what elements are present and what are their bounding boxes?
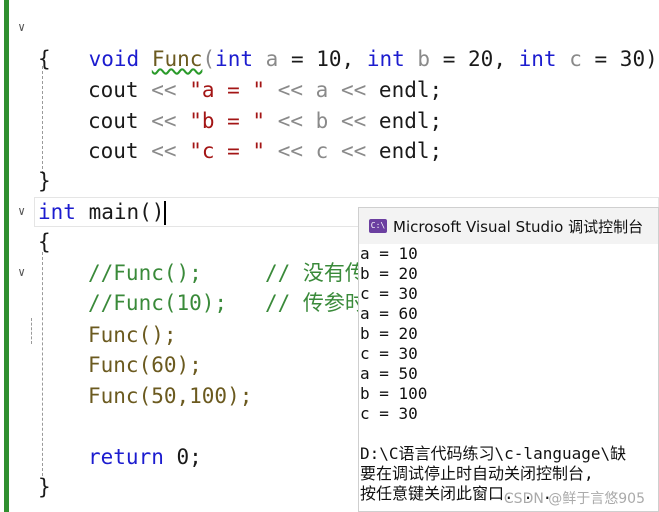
operator: << [277,78,303,102]
console-line: a = 60 [360,304,418,323]
console-line: c = 30 [360,404,418,423]
string-literal: "c = " [189,139,266,163]
variable: a [315,78,329,102]
code-line[interactable]: { [38,227,51,257]
code-line-cout[interactable]: cout << "c = " << c << endl; [88,136,442,166]
return-value: 0; [176,445,202,469]
console-title-bar[interactable]: C:\ Microsoft Visual Studio 调试控制台 [359,208,658,244]
watermark: CSDN @鲜于言悠905 [503,491,645,507]
identifier: cout [88,139,139,163]
brace: { [38,230,51,254]
code-line-call[interactable]: Func(60); [88,350,202,380]
identifier: cout [88,78,139,102]
param-name: c [569,47,582,71]
code-line[interactable]: { [38,44,51,74]
variable: c [315,139,329,163]
default-value: 30 [619,47,646,71]
console-line: b = 20 [360,324,418,343]
function-call: Func(50,100); [88,384,253,408]
keyword: void [88,47,140,71]
console-line: c = 30 [360,344,418,363]
operator: << [340,139,367,163]
console-line: D:\C语言代码练习\c-language\缺 [360,444,627,463]
fold-region-guide [31,318,32,344]
brace: { [38,47,51,71]
console-output: a = 10 b = 20 c = 30 a = 60 b = 20 c = 3… [359,244,658,504]
keyword: return [88,445,164,469]
console-line: a = 10 [360,244,418,263]
code-line-cout[interactable]: cout << "b = " << b << endl; [88,106,442,136]
function-name: main() [88,200,165,224]
fold-chevron-icon[interactable]: ∨ [18,265,32,279]
default-value: 10 [316,47,342,71]
console-line: 要在调试停止时自动关闭控制台, [360,464,594,483]
operator: << [277,139,303,163]
code-line[interactable]: } [38,472,51,502]
keyword: int [518,47,557,71]
identifier: cout [88,109,139,133]
keyword: int [38,200,76,224]
comment: //Func(10); // 传参时 [88,291,366,315]
brace: } [38,475,51,499]
string-literal: "a = " [189,78,266,102]
text-caret [164,201,167,225]
code-line-func-signature[interactable]: void Func(int a = 10, int b = 20, int c … [38,14,658,71]
function-call: Func(); [88,323,177,347]
variable: b [315,109,329,133]
brace: } [38,169,51,193]
console-line: c = 30 [360,284,418,303]
operator: << [340,78,367,102]
keyword: int [215,47,253,71]
code-line-cout[interactable]: cout << "a = " << a << endl; [88,75,442,105]
indent-guide [42,252,43,476]
console-title: Microsoft Visual Studio 调试控制台 [393,217,644,236]
param-name: b [417,47,431,71]
fold-chevron-icon[interactable]: ∨ [18,20,32,34]
debug-console-window[interactable]: C:\ Microsoft Visual Studio 调试控制台 a = 10… [358,207,659,512]
fold-chevron-icon[interactable]: ∨ [18,204,32,218]
code-line[interactable]: } [38,166,51,196]
operator: << [151,139,177,163]
function-call: Func(60); [88,353,202,377]
keyword: int [366,47,405,71]
operator: << [277,109,303,133]
console-app-icon: C:\ [369,219,387,233]
code-line-comment[interactable]: //Func(); // 没有传 [88,258,366,288]
comment: //Func(); // 没有传 [88,261,366,285]
default-value: 20 [468,47,494,71]
string-literal: "b = " [189,109,266,133]
console-line: b = 20 [360,264,418,283]
code-line-call[interactable]: Func(50,100); [88,381,252,411]
function-name: Func [151,47,203,71]
code-line-comment[interactable]: //Func(10); // 传参时 [88,288,366,318]
console-line: b = 100 [360,384,428,403]
param-name: a [265,47,279,71]
operator: << [151,109,177,133]
code-line-return[interactable]: return 0; [88,442,202,472]
change-indicator-bar [4,0,9,512]
identifier: endl; [378,139,443,163]
console-line: a = 50 [360,364,418,383]
code-line-call[interactable]: Func(); [88,320,177,350]
operator: << [340,109,367,133]
identifier: endl; [378,109,443,133]
operator: << [151,78,177,102]
identifier: endl; [378,78,443,102]
code-line-main-signature[interactable]: int main() [38,197,167,227]
